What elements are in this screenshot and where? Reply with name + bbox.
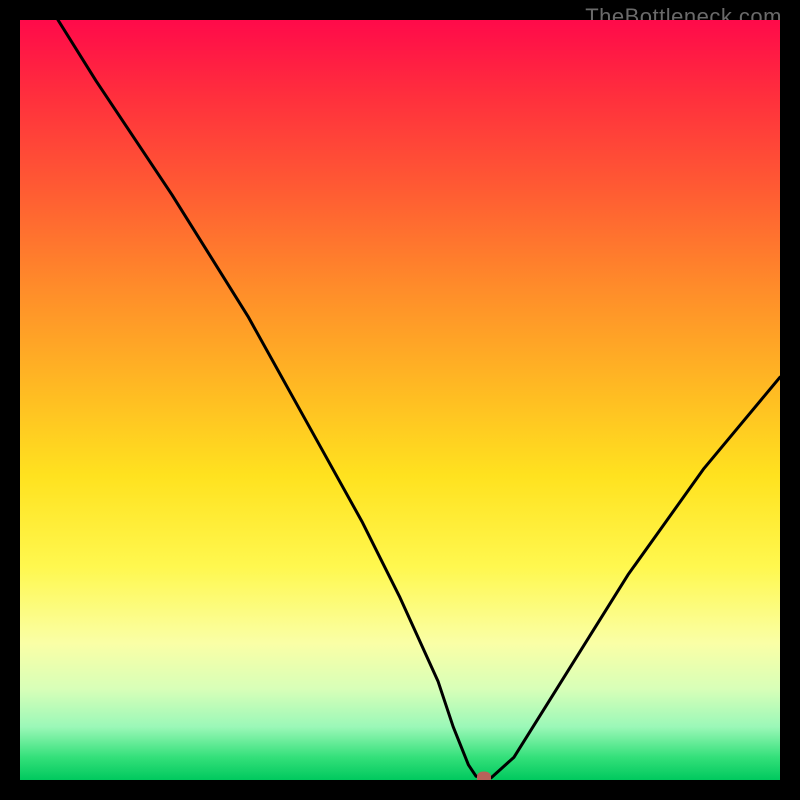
curve-path	[58, 20, 780, 778]
plot-area	[20, 20, 780, 780]
min-marker	[477, 771, 491, 780]
chart-frame: TheBottleneck.com	[0, 0, 800, 800]
bottleneck-curve	[20, 20, 780, 780]
